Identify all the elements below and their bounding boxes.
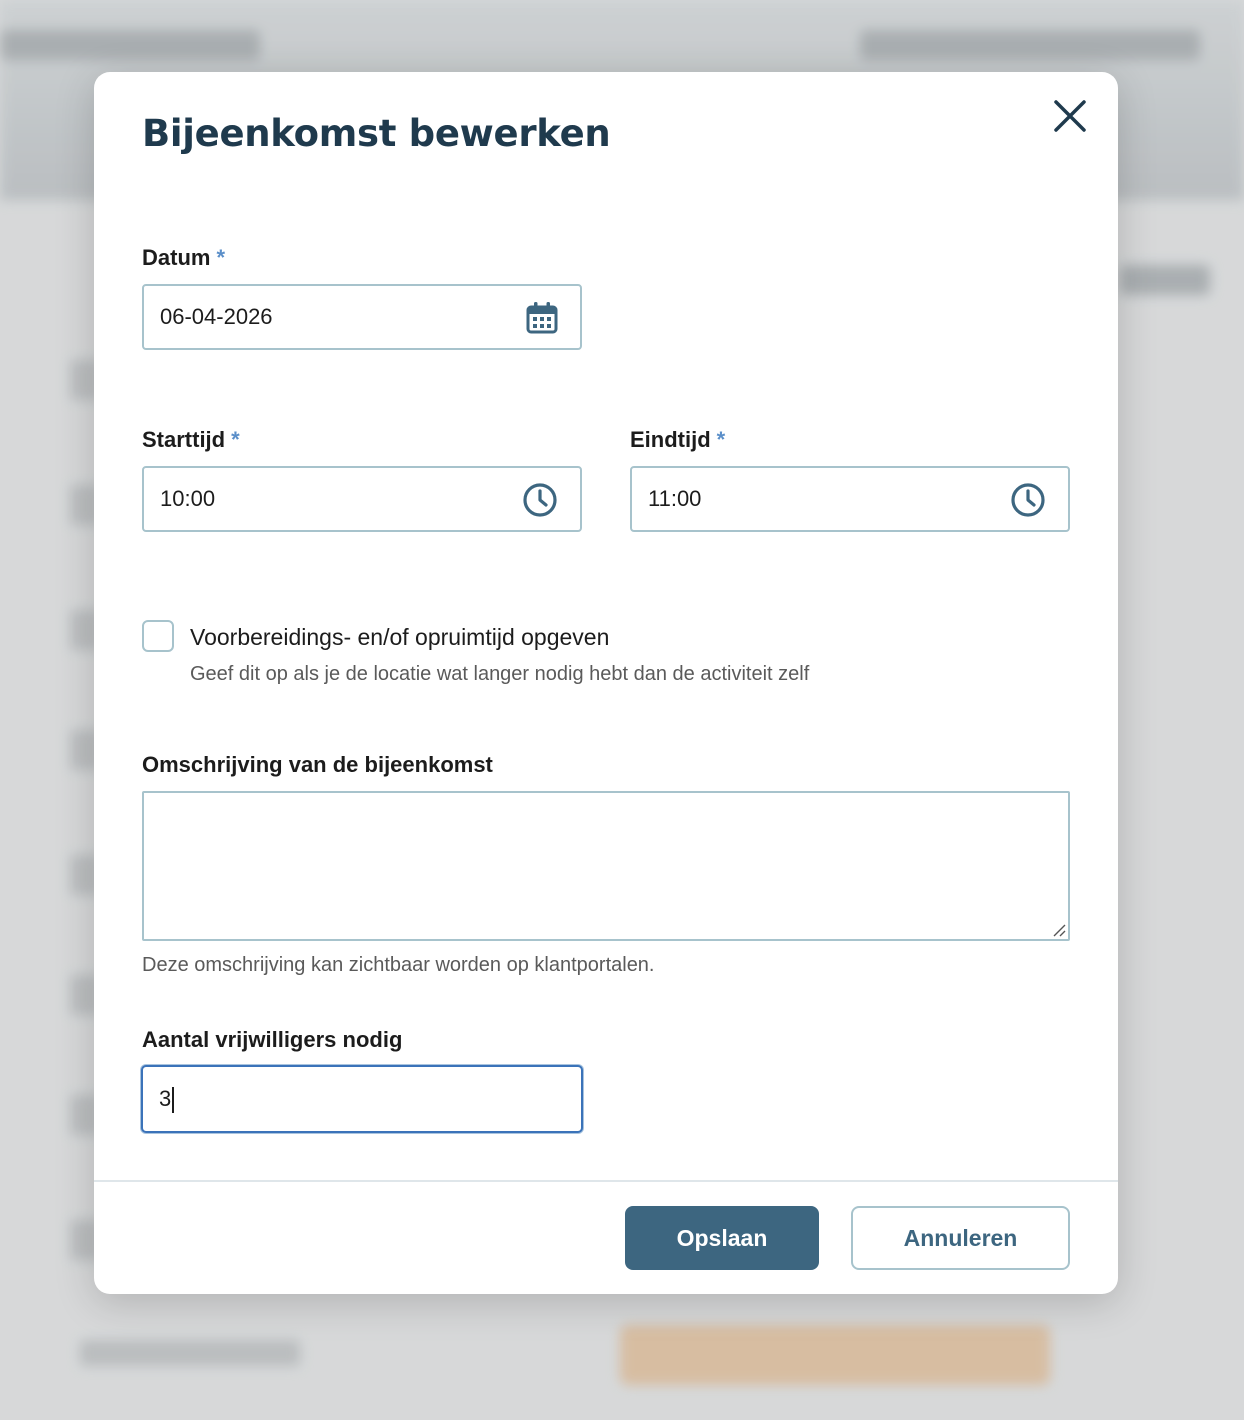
required-mark: * bbox=[231, 427, 240, 452]
prep-time-label[interactable]: Voorbereidings- en/of opruimtijd opgeven bbox=[190, 624, 609, 651]
required-mark: * bbox=[716, 427, 726, 452]
description-label: Omschrijving van de bijeenkomst bbox=[142, 752, 493, 777]
volunteers-label: Aantal vrijwilligers nodig bbox=[142, 1027, 403, 1052]
start-time-input[interactable] bbox=[160, 468, 490, 530]
text-caret bbox=[172, 1087, 174, 1113]
end-time-label-text: Eindtijd bbox=[630, 427, 711, 452]
save-button[interactable]: Opslaan bbox=[625, 1206, 819, 1270]
description-textarea[interactable] bbox=[142, 791, 1070, 941]
edit-meeting-dialog: Bijeenkomst bewerken Datum* Starttijd* bbox=[94, 72, 1118, 1294]
cancel-button[interactable]: Annuleren bbox=[851, 1206, 1070, 1270]
start-time-label-text: Starttijd bbox=[142, 427, 226, 452]
volunteers-field[interactable] bbox=[141, 1065, 583, 1133]
required-mark: * bbox=[216, 245, 226, 270]
volunteers-input[interactable] bbox=[159, 1067, 559, 1131]
end-time-input[interactable] bbox=[648, 468, 978, 530]
date-label: Datum * bbox=[142, 245, 225, 271]
close-button[interactable] bbox=[1050, 96, 1090, 136]
start-time-field[interactable] bbox=[142, 466, 582, 532]
calendar-icon[interactable] bbox=[524, 300, 560, 336]
close-icon bbox=[1054, 100, 1086, 132]
clock-icon[interactable] bbox=[522, 482, 558, 518]
date-input[interactable] bbox=[160, 286, 490, 348]
prep-time-checkbox[interactable] bbox=[142, 620, 174, 652]
clock-icon[interactable] bbox=[1010, 482, 1046, 518]
resize-handle-icon[interactable] bbox=[1050, 921, 1066, 937]
date-label-text: Datum bbox=[142, 245, 211, 270]
start-time-label: Starttijd * bbox=[142, 427, 240, 453]
end-time-field[interactable] bbox=[630, 466, 1070, 532]
dialog-title: Bijeenkomst bewerken bbox=[142, 112, 611, 155]
date-field[interactable] bbox=[142, 284, 582, 350]
description-help: Deze omschrijving kan zichtbaar worden o… bbox=[142, 954, 655, 976]
prep-time-help: Geef dit op als je de locatie wat langer… bbox=[190, 663, 810, 685]
footer-divider bbox=[94, 1180, 1118, 1182]
end-time-label: Eindtijd * bbox=[630, 427, 725, 453]
